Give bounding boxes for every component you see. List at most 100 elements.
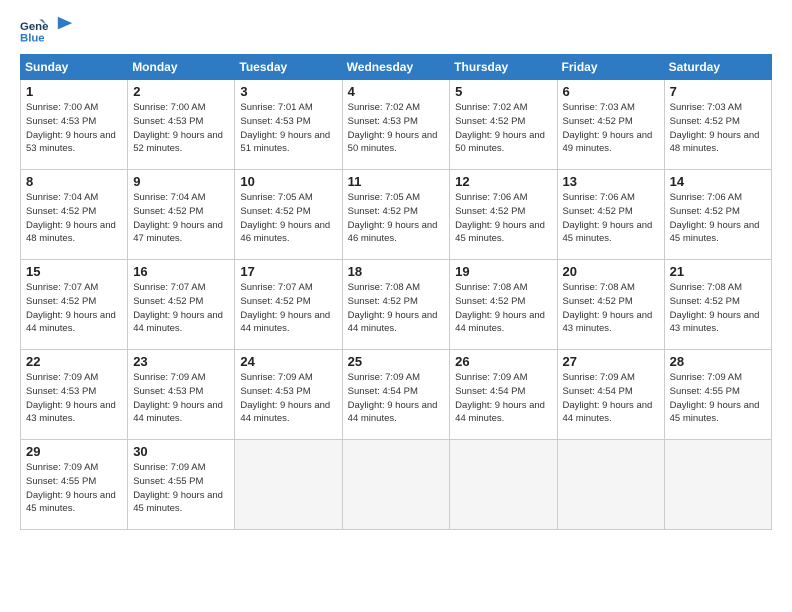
day-number: 23	[133, 354, 229, 369]
calendar-week-row: 1 Sunrise: 7:00 AMSunset: 4:53 PMDaylight…	[21, 80, 772, 170]
day-info: Sunrise: 7:08 AMSunset: 4:52 PMDaylight:…	[563, 281, 659, 336]
day-info: Sunrise: 7:09 AMSunset: 4:53 PMDaylight:…	[133, 371, 229, 426]
calendar-cell: 16 Sunrise: 7:07 AMSunset: 4:52 PMDayligh…	[128, 260, 235, 350]
day-info: Sunrise: 7:09 AMSunset: 4:55 PMDaylight:…	[133, 461, 229, 516]
logo: General Blue	[20, 16, 74, 44]
column-header-sunday: Sunday	[21, 55, 128, 80]
day-info: Sunrise: 7:09 AMSunset: 4:54 PMDaylight:…	[348, 371, 445, 426]
day-number: 15	[26, 264, 122, 279]
day-info: Sunrise: 7:00 AMSunset: 4:53 PMDaylight:…	[26, 101, 122, 156]
day-info: Sunrise: 7:04 AMSunset: 4:52 PMDaylight:…	[133, 191, 229, 246]
day-number: 24	[240, 354, 336, 369]
day-info: Sunrise: 7:09 AMSunset: 4:55 PMDaylight:…	[670, 371, 766, 426]
day-number: 30	[133, 444, 229, 459]
calendar-cell: 4 Sunrise: 7:02 AMSunset: 4:53 PMDaylight…	[342, 80, 450, 170]
day-info: Sunrise: 7:06 AMSunset: 4:52 PMDaylight:…	[563, 191, 659, 246]
calendar-cell: 27 Sunrise: 7:09 AMSunset: 4:54 PMDayligh…	[557, 350, 664, 440]
day-info: Sunrise: 7:00 AMSunset: 4:53 PMDaylight:…	[133, 101, 229, 156]
day-number: 3	[240, 84, 336, 99]
calendar-cell: 23 Sunrise: 7:09 AMSunset: 4:53 PMDayligh…	[128, 350, 235, 440]
calendar-cell: 6Sunrise: 7:03 AMSunset: 4:52 PMDaylight…	[557, 80, 664, 170]
day-info: Sunrise: 7:05 AMSunset: 4:52 PMDaylight:…	[240, 191, 336, 246]
day-number: 9	[133, 174, 229, 189]
day-number: 28	[670, 354, 766, 369]
calendar-cell: 12 Sunrise: 7:06 AMSunset: 4:52 PMDayligh…	[450, 170, 557, 260]
column-header-thursday: Thursday	[450, 55, 557, 80]
day-info: Sunrise: 7:03 AMSunset: 4:52 PMDaylight:…	[670, 101, 766, 156]
day-info: Sunrise: 7:06 AMSunset: 4:52 PMDaylight:…	[670, 191, 766, 246]
day-number: 8	[26, 174, 122, 189]
calendar-cell: 10 Sunrise: 7:05 AMSunset: 4:52 PMDayligh…	[235, 170, 342, 260]
calendar-cell	[235, 440, 342, 530]
logo-icon: General Blue	[20, 16, 48, 44]
calendar-cell: 14Sunrise: 7:06 AMSunset: 4:52 PMDayligh…	[664, 170, 771, 260]
calendar-cell	[342, 440, 450, 530]
calendar-week-row: 29 Sunrise: 7:09 AMSunset: 4:55 PMDayligh…	[21, 440, 772, 530]
calendar-cell: 19 Sunrise: 7:08 AMSunset: 4:52 PMDayligh…	[450, 260, 557, 350]
calendar-table: SundayMondayTuesdayWednesdayThursdayFrid…	[20, 54, 772, 530]
calendar-cell: 5 Sunrise: 7:02 AMSunset: 4:52 PMDaylight…	[450, 80, 557, 170]
calendar-cell: 22 Sunrise: 7:09 AMSunset: 4:53 PMDayligh…	[21, 350, 128, 440]
day-info: Sunrise: 7:08 AMSunset: 4:52 PMDaylight:…	[455, 281, 551, 336]
calendar-cell: 11 Sunrise: 7:05 AMSunset: 4:52 PMDayligh…	[342, 170, 450, 260]
day-number: 5	[455, 84, 551, 99]
day-number: 22	[26, 354, 122, 369]
column-header-wednesday: Wednesday	[342, 55, 450, 80]
calendar-week-row: 8 Sunrise: 7:04 AMSunset: 4:52 PMDaylight…	[21, 170, 772, 260]
calendar-cell: 26 Sunrise: 7:09 AMSunset: 4:54 PMDayligh…	[450, 350, 557, 440]
day-number: 21	[670, 264, 766, 279]
calendar-cell: 28 Sunrise: 7:09 AMSunset: 4:55 PMDayligh…	[664, 350, 771, 440]
calendar-week-row: 22 Sunrise: 7:09 AMSunset: 4:53 PMDayligh…	[21, 350, 772, 440]
day-info: Sunrise: 7:02 AMSunset: 4:52 PMDaylight:…	[455, 101, 551, 156]
logo-flag-icon	[56, 15, 74, 33]
day-number: 19	[455, 264, 551, 279]
calendar-cell: 21 Sunrise: 7:08 AMSunset: 4:52 PMDayligh…	[664, 260, 771, 350]
calendar-cell	[450, 440, 557, 530]
calendar-cell: 15 Sunrise: 7:07 AMSunset: 4:52 PMDayligh…	[21, 260, 128, 350]
calendar-cell: 9 Sunrise: 7:04 AMSunset: 4:52 PMDaylight…	[128, 170, 235, 260]
day-number: 20	[563, 264, 659, 279]
calendar-cell: 3 Sunrise: 7:01 AMSunset: 4:53 PMDaylight…	[235, 80, 342, 170]
day-info: Sunrise: 7:09 AMSunset: 4:53 PMDaylight:…	[240, 371, 336, 426]
day-info: Sunrise: 7:02 AMSunset: 4:53 PMDaylight:…	[348, 101, 445, 156]
day-number: 1	[26, 84, 122, 99]
calendar-cell: 29Sunrise: 7:09 AMSunset: 4:55 PMDayligh…	[21, 440, 128, 530]
day-info: Sunrise: 7:07 AMSunset: 4:52 PMDaylight:…	[133, 281, 229, 336]
day-info: Sunrise: 7:08 AMSunset: 4:52 PMDaylight:…	[670, 281, 766, 336]
calendar-cell: 18Sunrise: 7:08 AMSunset: 4:52 PMDayligh…	[342, 260, 450, 350]
column-header-friday: Friday	[557, 55, 664, 80]
day-info: Sunrise: 7:05 AMSunset: 4:52 PMDaylight:…	[348, 191, 445, 246]
day-number: 12	[455, 174, 551, 189]
day-info: Sunrise: 7:06 AMSunset: 4:52 PMDaylight:…	[455, 191, 551, 246]
calendar-cell: 7 Sunrise: 7:03 AMSunset: 4:52 PMDaylight…	[664, 80, 771, 170]
calendar-cell: 25 Sunrise: 7:09 AMSunset: 4:54 PMDayligh…	[342, 350, 450, 440]
day-number: 17	[240, 264, 336, 279]
calendar-cell: 2Sunrise: 7:00 AMSunset: 4:53 PMDaylight…	[128, 80, 235, 170]
day-number: 25	[348, 354, 445, 369]
day-number: 10	[240, 174, 336, 189]
day-number: 26	[455, 354, 551, 369]
calendar-cell: 17 Sunrise: 7:07 AMSunset: 4:52 PMDayligh…	[235, 260, 342, 350]
day-number: 4	[348, 84, 445, 99]
day-info: Sunrise: 7:07 AMSunset: 4:52 PMDaylight:…	[240, 281, 336, 336]
column-header-tuesday: Tuesday	[235, 55, 342, 80]
calendar-cell	[557, 440, 664, 530]
calendar-cell: 8 Sunrise: 7:04 AMSunset: 4:52 PMDaylight…	[21, 170, 128, 260]
calendar-header-row: SundayMondayTuesdayWednesdayThursdayFrid…	[21, 55, 772, 80]
calendar-week-row: 15 Sunrise: 7:07 AMSunset: 4:52 PMDayligh…	[21, 260, 772, 350]
day-number: 27	[563, 354, 659, 369]
day-number: 29	[26, 444, 122, 459]
day-number: 16	[133, 264, 229, 279]
column-header-saturday: Saturday	[664, 55, 771, 80]
day-number: 11	[348, 174, 445, 189]
day-info: Sunrise: 7:07 AMSunset: 4:52 PMDaylight:…	[26, 281, 122, 336]
column-header-monday: Monday	[128, 55, 235, 80]
day-info: Sunrise: 7:01 AMSunset: 4:53 PMDaylight:…	[240, 101, 336, 156]
day-number: 13	[563, 174, 659, 189]
day-info: Sunrise: 7:09 AMSunset: 4:53 PMDaylight:…	[26, 371, 122, 426]
day-info: Sunrise: 7:09 AMSunset: 4:54 PMDaylight:…	[563, 371, 659, 426]
day-number: 7	[670, 84, 766, 99]
day-info: Sunrise: 7:09 AMSunset: 4:54 PMDaylight:…	[455, 371, 551, 426]
day-info: Sunrise: 7:04 AMSunset: 4:52 PMDaylight:…	[26, 191, 122, 246]
calendar-cell: 30 Sunrise: 7:09 AMSunset: 4:55 PMDayligh…	[128, 440, 235, 530]
